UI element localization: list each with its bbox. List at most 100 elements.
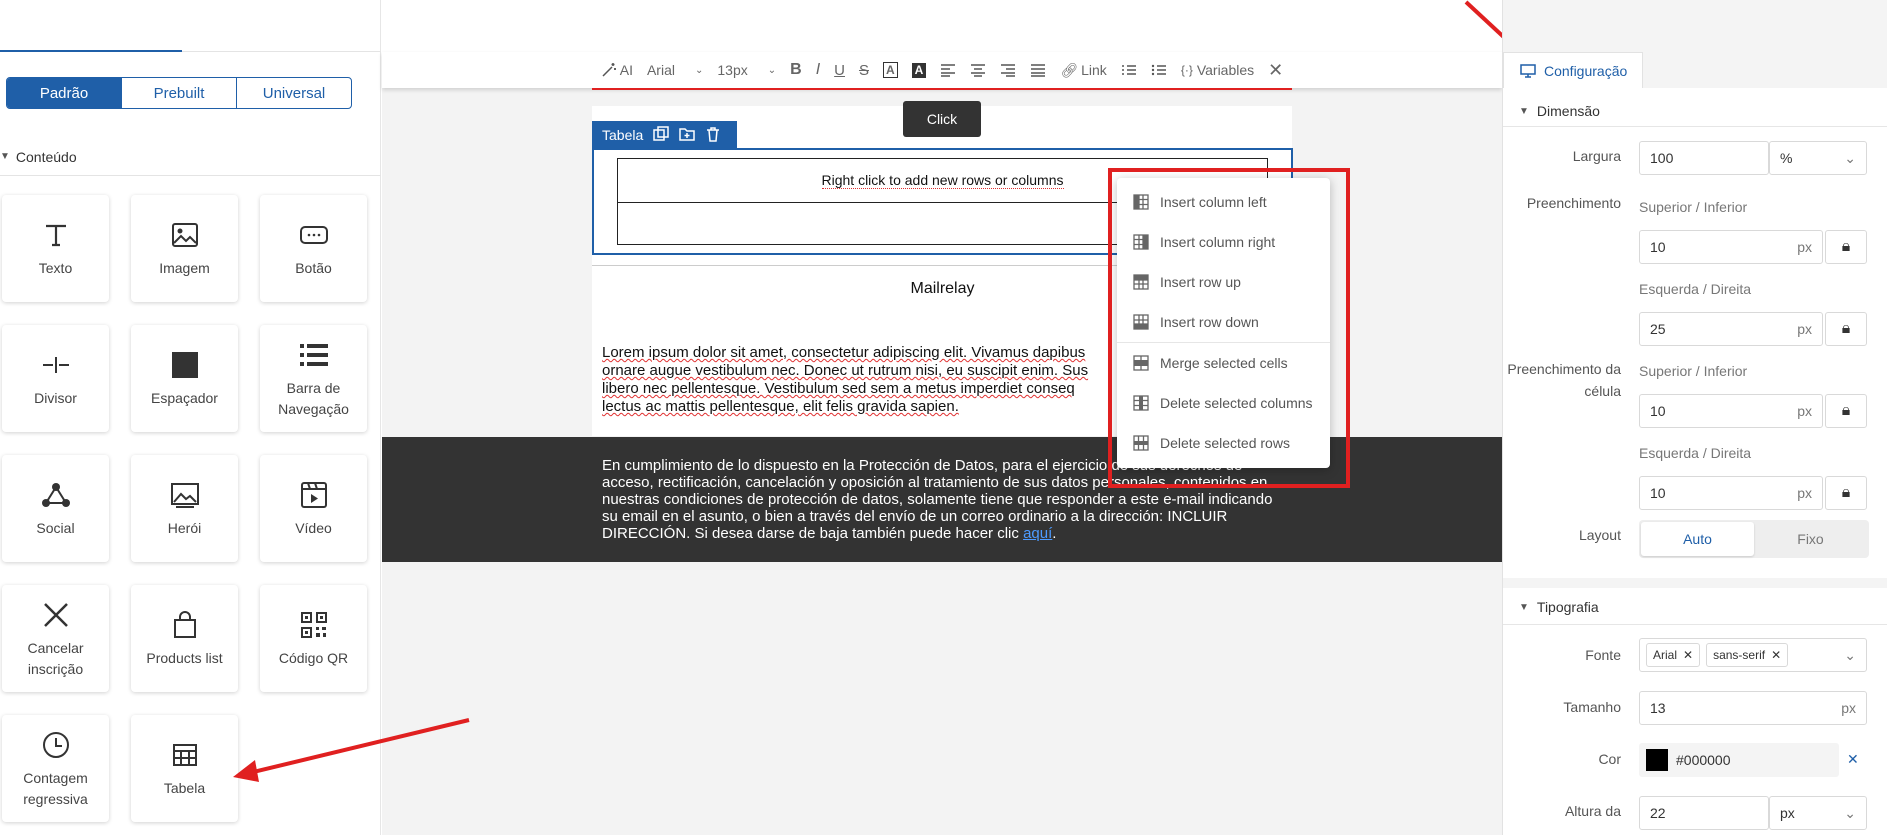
lorem-paragraph[interactable]: Lorem ipsum dolor sit amet, consectetur … — [602, 344, 1172, 416]
block-heroi[interactable]: Herói — [131, 455, 238, 562]
save-block-icon[interactable] — [679, 126, 696, 145]
block-tabela[interactable]: Tabela — [131, 715, 238, 822]
dimension-section-header[interactable]: ▼ Dimensão — [1503, 100, 1600, 122]
chevron-down-icon: ⌄ — [1844, 804, 1856, 821]
menu-item-label: Insert row down — [1160, 314, 1259, 330]
block-cancelar-inscricao[interactable]: Cancelar inscrição — [2, 585, 109, 692]
line-height-unit-select[interactable]: px ⌄ — [1769, 796, 1867, 830]
close-icon[interactable]: ✕ — [1261, 60, 1290, 81]
line-height-input[interactable]: 22 — [1639, 796, 1769, 830]
bold-icon[interactable]: B — [783, 61, 809, 79]
block-botao[interactable]: Botão — [260, 195, 367, 302]
text-color-icon[interactable]: A — [876, 62, 905, 78]
menu-insert-column-right[interactable]: Insert column right — [1117, 222, 1330, 262]
block-label: Barra de Navegação — [278, 379, 349, 417]
layout-fixo[interactable]: Fixo — [1754, 522, 1867, 556]
menu-item-label: Delete selected columns — [1160, 395, 1313, 411]
block-video[interactable]: Vídeo — [260, 455, 367, 562]
menu-insert-row-down[interactable]: Insert row down — [1117, 302, 1330, 342]
dimension-title: Dimensão — [1536, 103, 1600, 119]
table-block-label: Tabela — [592, 121, 737, 149]
underline-icon[interactable]: U — [827, 62, 852, 79]
block-codigo-qr[interactable]: Código QR — [260, 585, 367, 692]
block-contagem-regressiva[interactable]: Contagem regressiva — [2, 715, 109, 822]
font-family-multiselect[interactable]: Arial ✕ sans-serif ✕ ⌄ — [1639, 638, 1867, 672]
color-input[interactable]: #000000 — [1639, 743, 1839, 777]
line-height-unit: px — [1780, 805, 1795, 821]
unsubscribe-link[interactable]: aquí — [1023, 525, 1052, 542]
lock-icon[interactable]: 🔒︎ — [1825, 476, 1867, 510]
segment-prebuilt[interactable]: Prebuilt — [122, 78, 237, 108]
font-size-input[interactable]: 13 px — [1639, 691, 1867, 725]
menu-item-label: Insert column left — [1160, 194, 1267, 210]
preenchimento-label: Preenchimento — [1526, 195, 1621, 211]
cell-padding-horizontal-value: 10 — [1650, 485, 1666, 501]
variables-icon: {·} — [1180, 63, 1193, 77]
block-barra-navegacao[interactable]: Barra de Navegação — [260, 325, 367, 432]
menu-insert-row-up[interactable]: Insert row up — [1117, 262, 1330, 302]
typography-section-header[interactable]: ▼ Tipografia — [1503, 596, 1599, 618]
padding-horizontal-input[interactable]: 25 px — [1639, 312, 1823, 346]
menu-insert-column-left[interactable]: Insert column left — [1117, 182, 1330, 222]
block-divisor[interactable]: Divisor — [2, 325, 109, 432]
trash-icon[interactable] — [705, 126, 721, 145]
segment-padrao[interactable]: Padrão — [7, 78, 122, 108]
typography-title: Tipografia — [1536, 599, 1599, 615]
block-espacador[interactable]: Espaçador — [131, 325, 238, 432]
font-chip-label: sans-serif — [1713, 648, 1766, 662]
largura-unit-select[interactable]: % ⌄ — [1769, 141, 1867, 175]
block-label: Espaçador — [151, 390, 218, 406]
layout-auto[interactable]: Auto — [1641, 522, 1754, 556]
block-label: Tabela — [163, 780, 206, 796]
table-context-menu: Insert column left Insert column right I… — [1117, 178, 1330, 468]
lock-icon[interactable]: 🔒︎ — [1825, 312, 1867, 346]
close-icon[interactable]: ✕ — [1771, 648, 1781, 662]
block-social[interactable]: Social — [2, 455, 109, 562]
largura-input[interactable]: 100 — [1639, 141, 1769, 175]
font-size-select[interactable]: 13px ⌄ — [710, 62, 783, 78]
lock-icon[interactable]: 🔒︎ — [1825, 394, 1867, 428]
cell-padding-vertical-value: 10 — [1650, 403, 1666, 419]
block-texto[interactable]: Texto — [2, 195, 109, 302]
menu-item-label: Delete selected rows — [1160, 435, 1290, 451]
ordered-list-icon[interactable] — [1114, 63, 1144, 77]
block-label: Divisor — [34, 390, 77, 406]
chevron-down-icon: ⌄ — [767, 64, 777, 76]
menu-item-label: Merge selected cells — [1160, 355, 1288, 371]
link-button[interactable]: 🔗︎ Link — [1053, 62, 1113, 79]
italic-icon[interactable]: I — [809, 61, 827, 79]
font-family-select[interactable]: Arial ⌄ — [640, 62, 710, 78]
segment-universal[interactable]: Universal — [237, 78, 351, 108]
align-center-icon[interactable] — [963, 63, 993, 77]
legal-text[interactable]: En cumplimiento de lo dispuesto en la Pr… — [602, 457, 1282, 542]
align-right-icon[interactable] — [993, 63, 1023, 77]
close-icon[interactable]: ✕ — [1683, 648, 1693, 662]
background-color-icon[interactable]: A — [905, 62, 934, 78]
menu-delete-columns[interactable]: Delete selected columns — [1117, 383, 1330, 423]
table-icon — [172, 738, 198, 772]
menu-delete-rows[interactable]: Delete selected rows — [1117, 423, 1330, 463]
bullet-list-icon[interactable] — [1144, 63, 1174, 77]
legal-body: En cumplimiento de lo dispuesto en la Pr… — [602, 457, 1273, 542]
tab-configuracao[interactable]: Configuração — [1503, 52, 1643, 88]
content-section-header[interactable]: ▼ Conteúdo — [0, 138, 381, 176]
align-justify-icon[interactable] — [1023, 63, 1053, 77]
color-swatch[interactable] — [1646, 749, 1668, 771]
unit-px: px — [1797, 403, 1812, 419]
ai-button[interactable]: AI — [594, 62, 640, 78]
table-hint-text: Right click to add new rows or columns — [821, 172, 1064, 189]
lock-icon[interactable]: 🔒︎ — [1825, 230, 1867, 264]
block-products-list[interactable]: Products list — [131, 585, 238, 692]
strikethrough-icon[interactable]: S — [852, 62, 876, 79]
cell-padding-horizontal-input[interactable]: 10 px — [1639, 476, 1823, 510]
cell-padding-vertical-input[interactable]: 10 px — [1639, 394, 1823, 428]
lorem-line: lectus ac mattis pellentesque, elit feli… — [602, 398, 959, 415]
social-icon — [41, 478, 71, 512]
clear-color-icon[interactable]: ✕ — [1847, 751, 1859, 768]
duplicate-icon[interactable] — [653, 125, 670, 145]
variables-button[interactable]: {·} Variables — [1174, 62, 1261, 78]
align-left-icon[interactable] — [933, 63, 963, 77]
block-imagem[interactable]: Imagem — [131, 195, 238, 302]
padding-vertical-input[interactable]: 10 px — [1639, 230, 1823, 264]
menu-merge-cells[interactable]: Merge selected cells — [1117, 343, 1330, 383]
